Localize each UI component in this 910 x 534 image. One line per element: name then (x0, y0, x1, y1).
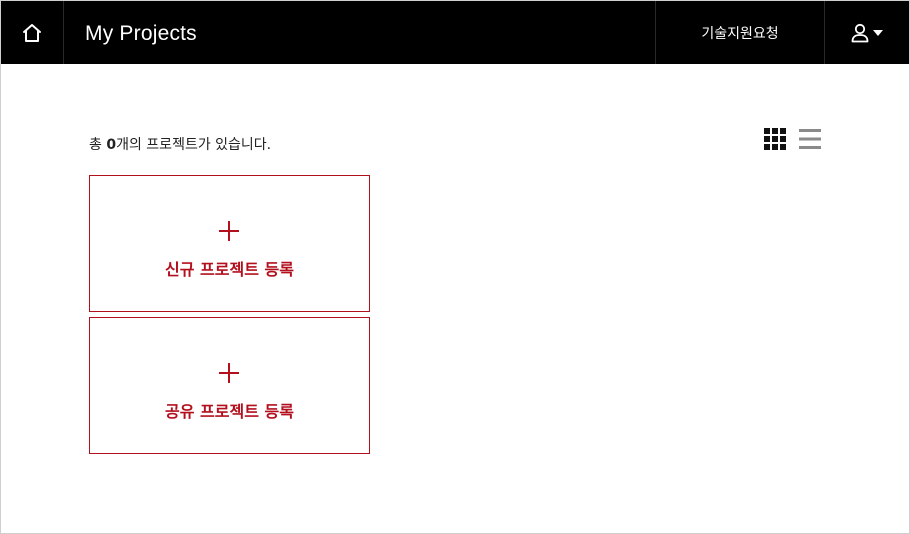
user-menu-button[interactable] (824, 1, 909, 64)
project-count: 0 (106, 137, 117, 153)
plus-icon (219, 363, 239, 383)
list-view-button[interactable] (798, 127, 822, 151)
plus-icon (219, 221, 239, 241)
list-view-icon (799, 129, 821, 149)
app-window: My Projects 기술지원요청 총 0개의 프로젝트가 있습니다. 신규 … (0, 0, 910, 534)
tech-support-request-label: 기술지원요청 (701, 25, 779, 42)
home-icon (23, 23, 41, 42)
new-project-card[interactable]: 신규 프로젝트 등록 (89, 175, 370, 312)
grid-view-button[interactable] (763, 127, 787, 151)
user-icon (851, 23, 868, 42)
project-count-summary: 총 0개의 프로젝트가 있습니다. (89, 134, 271, 154)
top-navigation-bar: My Projects 기술지원요청 (1, 1, 909, 64)
home-button[interactable] (1, 1, 64, 64)
tech-support-request-link[interactable]: 기술지원요청 (655, 1, 825, 64)
page-title: My Projects (85, 22, 197, 45)
shared-project-card[interactable]: 공유 프로젝트 등록 (89, 317, 370, 454)
caret-down-icon (872, 29, 883, 36)
new-project-label: 신규 프로젝트 등록 (165, 260, 294, 279)
grid-view-icon (764, 128, 786, 150)
summary-prefix: 총 (89, 137, 107, 153)
shared-project-label: 공유 프로젝트 등록 (165, 402, 294, 421)
summary-suffix: 개의 프로젝트가 있습니다. (116, 137, 272, 153)
